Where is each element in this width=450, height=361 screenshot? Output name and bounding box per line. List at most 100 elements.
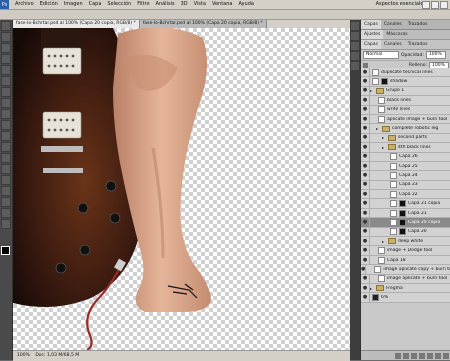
move-tool-icon[interactable] xyxy=(1,21,11,31)
layer-row[interactable]: ● ▸ complete robotic leg xyxy=(361,124,450,134)
layer-row[interactable]: ● Capa 26 xyxy=(361,152,450,162)
document-tab[interactable]: fase-lo-Bchrtar.psd al 100% (Capa 20 cop… xyxy=(13,20,140,28)
eye-icon[interactable]: ● xyxy=(361,246,370,256)
link-icon[interactable] xyxy=(395,352,401,359)
layer-row[interactable]: ● Capa 21 copia xyxy=(361,199,450,209)
layer-row[interactable]: ● image + Dodge tool xyxy=(361,246,450,256)
layer-mask-thumbnail[interactable] xyxy=(399,228,406,236)
layer-row[interactable]: ● image aplicate copy + burn tool xyxy=(361,264,450,275)
eye-icon[interactable]: ● xyxy=(361,199,370,209)
eye-icon[interactable]: ● xyxy=(361,152,370,162)
layer-row[interactable]: ● duplicate tecnical lines xyxy=(361,68,450,78)
menu-item-4[interactable]: Selección xyxy=(104,0,134,9)
type-tool-icon[interactable] xyxy=(1,175,11,185)
brush-tool-icon[interactable] xyxy=(1,98,11,108)
eye-icon[interactable]: ● xyxy=(361,236,370,246)
eye-icon[interactable]: ● xyxy=(361,142,370,152)
layer-mask-thumbnail[interactable] xyxy=(399,200,406,208)
eye-icon[interactable]: ● xyxy=(361,124,370,134)
layer-mask-thumbnail[interactable] xyxy=(399,218,406,226)
actions-panel-icon[interactable] xyxy=(351,32,359,40)
layer-row[interactable]: ● black lines xyxy=(361,95,450,106)
foreground-color-swatch[interactable] xyxy=(1,246,10,255)
eye-icon[interactable]: ● xyxy=(361,77,370,87)
fx-icon[interactable] xyxy=(403,352,409,359)
expand-arrow-icon[interactable]: ▸ xyxy=(382,135,386,140)
eye-icon[interactable]: ● xyxy=(361,217,370,227)
new-group-icon[interactable] xyxy=(427,352,433,359)
eye-icon[interactable]: ● xyxy=(361,274,370,284)
lasso-tool-icon[interactable] xyxy=(1,43,11,53)
eye-icon[interactable]: ● xyxy=(361,227,370,237)
menu-item-9[interactable]: Ventana xyxy=(209,0,236,9)
layer-row[interactable]: ● write lines xyxy=(361,105,450,115)
eraser-tool-icon[interactable] xyxy=(1,131,11,141)
workspace-label[interactable]: Aspectos esenciales xyxy=(376,1,426,7)
eye-icon[interactable]: ● xyxy=(361,86,370,96)
paragraph-panel-icon[interactable] xyxy=(351,62,359,70)
close-icon[interactable] xyxy=(440,1,448,9)
document-canvas[interactable] xyxy=(13,28,350,350)
minimize-icon[interactable] xyxy=(422,1,430,9)
eye-icon[interactable]: ● xyxy=(361,68,370,77)
character-panel-icon[interactable] xyxy=(351,52,359,60)
layer-row[interactable]: ● Capa 22 xyxy=(361,189,450,200)
eye-icon[interactable]: ● xyxy=(361,293,370,303)
layer-row[interactable]: ● ▸ second parts xyxy=(361,133,450,144)
zoom-tool-icon[interactable] xyxy=(1,219,11,229)
quick-select-tool-icon[interactable] xyxy=(1,54,11,64)
layer-mask-thumbnail[interactable] xyxy=(381,78,388,86)
maximize-icon[interactable] xyxy=(431,1,439,9)
expand-arrow-icon[interactable]: ▸ xyxy=(382,239,386,244)
layer-row[interactable]: ● Capa 21 xyxy=(361,208,450,219)
layer-row[interactable]: ● 6% xyxy=(361,293,450,303)
layer-row[interactable]: ● Capa 20 copia xyxy=(361,217,450,228)
tab-masks[interactable]: Máscaras xyxy=(383,30,410,39)
layer-row[interactable]: ● ▸ 4th black lines xyxy=(361,142,450,153)
tab-channels[interactable]: Canales xyxy=(381,20,405,29)
history-brush-tool-icon[interactable] xyxy=(1,120,11,130)
healing-tool-icon[interactable] xyxy=(1,87,11,97)
eye-icon[interactable]: ● xyxy=(361,180,370,190)
blend-mode-select[interactable]: Normal xyxy=(363,51,399,59)
hand-tool-icon[interactable] xyxy=(1,208,11,218)
tab-channels-2[interactable]: Canales xyxy=(381,40,405,49)
layer-row[interactable]: ● image aplicate + burn tool xyxy=(361,274,450,284)
path-select-tool-icon[interactable] xyxy=(1,186,11,196)
brushes-panel-icon[interactable] xyxy=(351,42,359,50)
menu-item-10[interactable]: Ayuda xyxy=(235,0,256,9)
menu-item-0[interactable]: Archivo xyxy=(12,0,37,9)
trash-icon[interactable] xyxy=(443,352,449,359)
layer-row[interactable]: ● Capa 24 xyxy=(361,171,450,181)
eye-icon[interactable]: ● xyxy=(361,95,370,105)
eye-icon[interactable]: ● xyxy=(361,255,370,265)
layer-row[interactable]: ● ▸ deep white xyxy=(361,236,450,247)
menu-item-8[interactable]: Vista xyxy=(191,0,209,9)
eye-icon[interactable]: ● xyxy=(361,105,370,115)
eye-icon[interactable]: ● xyxy=(361,208,370,218)
dodge-tool-icon[interactable] xyxy=(1,153,11,163)
expand-arrow-icon[interactable]: ▸ xyxy=(382,145,386,150)
layer-row[interactable]: ● aplicate image + burn tool xyxy=(361,114,450,125)
adjustment-icon[interactable] xyxy=(419,352,425,359)
menu-item-1[interactable]: Edición xyxy=(37,0,61,9)
eye-icon[interactable]: ● xyxy=(361,161,370,171)
expand-arrow-icon[interactable]: ▸ xyxy=(370,286,374,291)
tab-paths-2[interactable]: Trazados xyxy=(405,40,431,49)
history-panel-icon[interactable] xyxy=(351,22,359,30)
opacity-field[interactable]: 100% xyxy=(425,51,446,59)
eye-icon[interactable]: ● xyxy=(361,114,370,124)
expand-arrow-icon[interactable]: ▸ xyxy=(370,88,374,93)
crop-tool-icon[interactable] xyxy=(1,65,11,75)
layer-row[interactable]: ● shadow xyxy=(361,77,450,87)
new-layer-icon[interactable] xyxy=(435,352,441,359)
menu-item-5[interactable]: Filtro xyxy=(134,0,152,9)
tab-paths[interactable]: Trazados xyxy=(405,20,431,29)
eye-icon[interactable]: ● xyxy=(361,133,370,143)
eye-icon[interactable]: ● xyxy=(361,171,370,180)
document-tab[interactable]: fase-lo-Bchrtar.psd al 100% (Capa 20 cop… xyxy=(139,20,267,28)
layer-row[interactable]: ● ▸ Grupo 1 xyxy=(361,86,450,97)
menu-item-6[interactable]: Análisis xyxy=(153,0,178,9)
tab-layers[interactable]: Capas xyxy=(361,20,381,29)
pen-tool-icon[interactable] xyxy=(1,164,11,174)
